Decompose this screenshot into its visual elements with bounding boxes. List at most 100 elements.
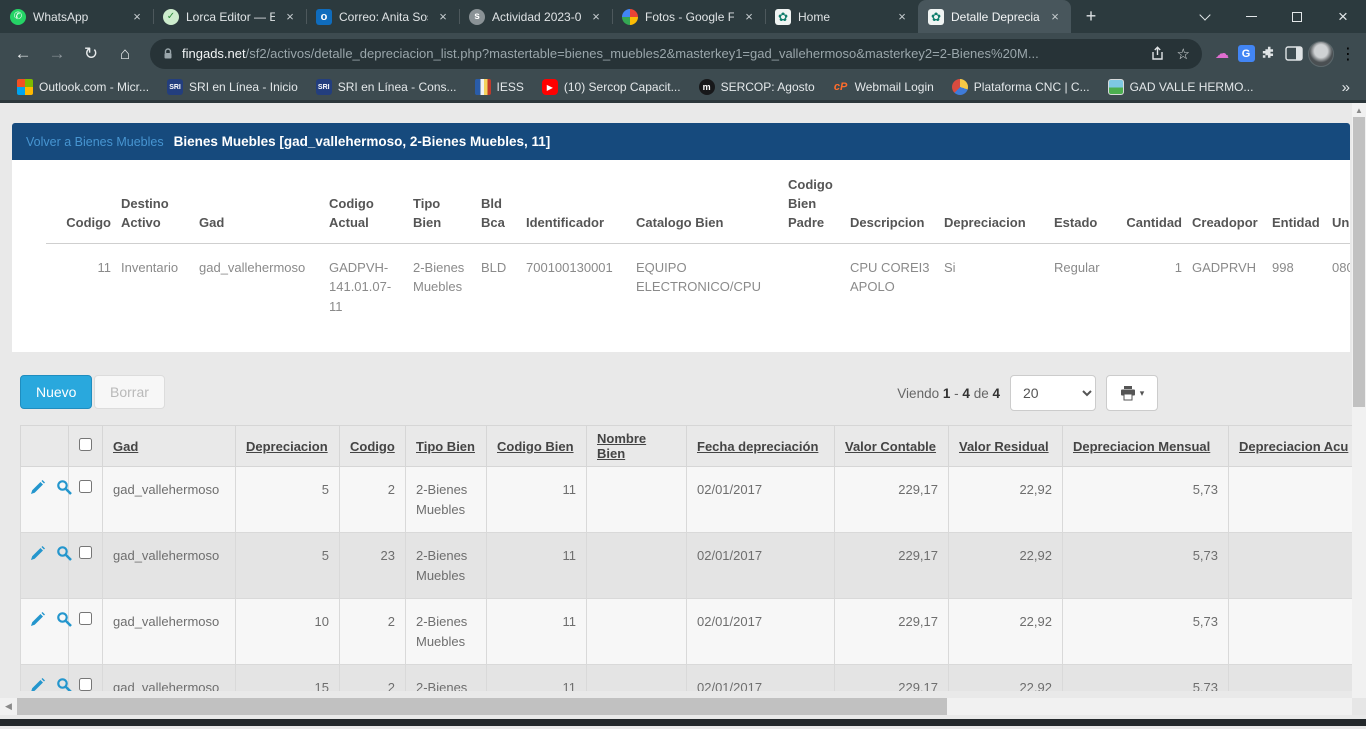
profile-avatar[interactable] [1308, 41, 1334, 67]
view-magnifier-icon[interactable] [56, 611, 73, 628]
scroll-left-icon[interactable]: ◀ [0, 698, 17, 715]
column-header-fecha: Fecha depreciación [687, 426, 835, 467]
weather-extension-icon[interactable]: ☁ [1212, 44, 1232, 64]
table-row: gad_vallehermoso 15 2 2-Bienes Muebles 1… [21, 665, 1353, 692]
vertical-scroll-thumb[interactable] [1353, 117, 1365, 407]
tab-label: WhatsApp [33, 10, 122, 24]
maximize-button[interactable] [1274, 0, 1320, 33]
sort-link[interactable]: Valor Residual [959, 439, 1049, 454]
bookmark-sri-inicio[interactable]: SRI SRI en Línea - Inicio [160, 76, 305, 98]
sort-link[interactable]: Depreciacion [246, 439, 328, 454]
tab-correo[interactable]: o Correo: Anita Sos × [306, 0, 459, 33]
borrar-button[interactable]: Borrar [94, 375, 165, 409]
fingads-icon: ✿ [928, 9, 944, 25]
horizontal-scroll-thumb[interactable] [17, 698, 947, 715]
edit-pencil-icon[interactable] [29, 611, 46, 628]
bookmark-sercop-video[interactable]: ▶ (10) Sercop Capacit... [535, 76, 688, 98]
bookmark-sercop-agosto[interactable]: m SERCOP: Agosto [692, 76, 822, 98]
close-tab-icon[interactable]: × [129, 9, 145, 25]
row-checkbox[interactable] [79, 678, 92, 691]
bookmark-label: Plataforma CNC | C... [974, 80, 1090, 94]
cell-gad: gad_vallehermoso [199, 243, 329, 322]
tab-actividad[interactable]: s Actividad 2023-0 × [459, 0, 612, 33]
minimize-button[interactable] [1228, 0, 1274, 33]
view-magnifier-icon[interactable] [56, 479, 73, 496]
scroll-up-icon[interactable]: ▲ [1352, 103, 1366, 117]
sort-link[interactable]: Gad [113, 439, 138, 454]
kebab-menu-icon[interactable]: ⋮ [1338, 44, 1358, 64]
tab-detalle-depreciacion-active[interactable]: ✿ Detalle Deprecia × [918, 0, 1071, 33]
edit-pencil-icon[interactable] [29, 479, 46, 496]
sort-link[interactable]: Nombre Bien [597, 431, 646, 461]
row-checkbox[interactable] [79, 612, 92, 625]
close-window-button[interactable]: × [1320, 0, 1366, 33]
nuevo-button[interactable]: Nuevo [20, 375, 92, 409]
tab-home[interactable]: ✿ Home × [765, 0, 918, 33]
bookmark-plataforma-cnc[interactable]: Plataforma CNC | C... [945, 76, 1097, 98]
master-header-row: Codigo Destino Activo Gad Codigo Actual … [46, 170, 1350, 243]
bookmark-star-icon[interactable]: ☆ [1177, 45, 1190, 63]
whatsapp-icon: ✆ [10, 9, 26, 25]
side-panel-icon[interactable] [1284, 44, 1304, 64]
new-tab-button[interactable]: + [1077, 3, 1105, 31]
view-magnifier-icon[interactable] [56, 677, 73, 691]
cell-identificador: 700100130001 [526, 243, 636, 322]
cell-destino-activo: Inventario [121, 243, 199, 322]
close-tab-icon[interactable]: × [741, 9, 757, 25]
row-checkbox[interactable] [79, 480, 92, 493]
column-header: Catalogo Bien [636, 170, 788, 243]
bookmark-outlook[interactable]: Outlook.com - Micr... [10, 76, 156, 98]
close-tab-icon[interactable]: × [435, 9, 451, 25]
row-checkbox[interactable] [79, 546, 92, 559]
viewing-of: de [974, 386, 989, 401]
bookmark-webmail[interactable]: cP Webmail Login [826, 76, 941, 98]
vertical-scrollbar[interactable]: ▲ ▼ [1352, 103, 1366, 715]
fingads-icon: ✿ [775, 9, 791, 25]
cell-nombre-bien [587, 467, 687, 533]
tab-whatsapp[interactable]: ✆ WhatsApp × [0, 0, 153, 33]
extensions-puzzle-icon[interactable] [1260, 44, 1280, 64]
view-magnifier-icon[interactable] [56, 545, 73, 562]
page-size-select[interactable]: 20 [1010, 375, 1096, 411]
close-tab-icon[interactable]: × [282, 9, 298, 25]
browser-window: ✆ WhatsApp × ✓ Lorca Editor — El × o Cor… [0, 0, 1366, 729]
close-tab-icon[interactable]: × [894, 9, 910, 25]
tab-search-chevron-icon[interactable] [1182, 0, 1228, 33]
print-button[interactable]: ▾ [1106, 375, 1158, 411]
select-all-checkbox[interactable] [79, 438, 92, 451]
bookmark-iess[interactable]: IESS [468, 76, 531, 98]
back-icon[interactable]: ← [8, 39, 38, 69]
sort-link[interactable]: Valor Contable [845, 439, 936, 454]
edit-pencil-icon[interactable] [29, 545, 46, 562]
share-icon[interactable] [1150, 46, 1167, 61]
sort-link[interactable]: Depreciacion Mensual [1073, 439, 1210, 454]
translate-extension-icon[interactable]: G [1236, 44, 1256, 64]
volver-link[interactable]: Volver a Bienes Muebles [26, 135, 164, 149]
close-tab-icon[interactable]: × [1047, 9, 1063, 25]
lock-icon [162, 47, 174, 60]
sort-link[interactable]: Fecha depreciación [697, 439, 818, 454]
edit-pencil-icon[interactable] [29, 677, 46, 691]
sort-link[interactable]: Tipo Bien [416, 439, 475, 454]
sort-link[interactable]: Codigo [350, 439, 395, 454]
horizontal-scrollbar[interactable]: ◀ [0, 698, 1352, 715]
sort-link[interactable]: Depreciacion Acu [1239, 439, 1348, 454]
tab-fotos[interactable]: Fotos - Google F × [612, 0, 765, 33]
close-tab-icon[interactable]: × [588, 9, 604, 25]
tab-lorca-editor[interactable]: ✓ Lorca Editor — El × [153, 0, 306, 33]
address-bar[interactable]: fingads.net/sf2/activos/detalle_deprecia… [150, 39, 1202, 69]
cell-tipo-bien: 2-Bienes Muebles [406, 467, 487, 533]
cell-depreciacion: 10 [236, 599, 340, 665]
sort-link[interactable]: Codigo Bien [497, 439, 574, 454]
forward-icon[interactable]: → [42, 39, 72, 69]
home-icon[interactable]: ⌂ [110, 39, 140, 69]
cell-valor-residual: 22,92 [949, 467, 1063, 533]
bookmark-label: GAD VALLE HERMO... [1130, 80, 1254, 94]
reload-icon[interactable]: ↻ [76, 39, 106, 69]
bookmark-sri-consultas[interactable]: SRI SRI en Línea - Cons... [309, 76, 464, 98]
cell-gad: gad_vallehermoso [103, 599, 236, 665]
cell-tipo-bien: 2-Bienes Muebles [406, 533, 487, 599]
bookmark-gad-valle-hermoso[interactable]: GAD VALLE HERMO... [1101, 76, 1261, 98]
bookmarks-overflow-icon[interactable]: » [1336, 79, 1356, 96]
cell-codigo: 11 [46, 243, 121, 322]
